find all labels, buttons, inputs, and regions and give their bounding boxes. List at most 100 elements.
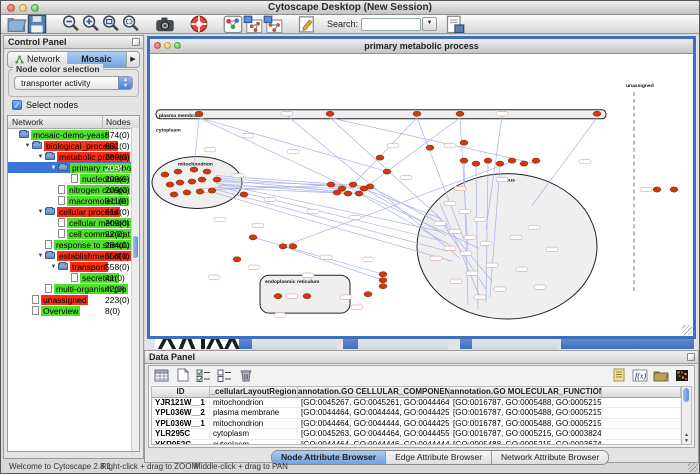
tree-row[interactable]: nucleobase-209(0)	[8, 173, 139, 184]
annotation-icon[interactable]	[297, 16, 317, 33]
formula-icon[interactable]: f(x)	[630, 367, 649, 384]
tree-row[interactable]: ▼cellular process614(0)	[8, 206, 139, 217]
network-node[interactable]	[188, 179, 196, 184]
float-panel-icon[interactable]	[687, 353, 695, 361]
network-edge[interactable]	[214, 193, 452, 262]
network-node[interactable]	[508, 158, 516, 163]
network-node[interactable]	[240, 192, 248, 197]
tree-row[interactable]: secretion41(0)	[8, 272, 139, 283]
expand-arrow[interactable]: ▼	[36, 253, 45, 259]
tree-row[interactable]: response to stimulu264(0)	[8, 239, 139, 250]
table-column-header[interactable]: annotation.GO CELLULAR_COMPONENT	[298, 387, 450, 397]
tree-row[interactable]: multi-organism pro42(0)	[8, 283, 139, 294]
table-column-header[interactable]: _cellularLayoutRegion	[210, 387, 298, 397]
table-row[interactable]: YLR295Ccytoplasm[GO:0045263, GO:0044464,…	[152, 429, 681, 439]
minimize-window-button[interactable]	[19, 4, 27, 12]
network-node[interactable]	[183, 190, 191, 195]
tree-row[interactable]: ▼biological_process651(0)	[8, 140, 139, 151]
tree-row[interactable]: macromolecule311(0)	[8, 195, 139, 206]
save-attributes-icon[interactable]	[445, 16, 465, 33]
network-node[interactable]	[327, 182, 335, 187]
network-node[interactable]	[355, 191, 363, 196]
vizmapper-icon[interactable]	[223, 16, 243, 33]
table-scroll-thumb[interactable]	[683, 388, 689, 402]
network-node[interactable]	[170, 192, 178, 197]
tree-scroll-thumb[interactable]	[133, 236, 138, 258]
help-lifesaver-icon[interactable]	[189, 16, 209, 33]
more-tabs-arrow[interactable]: ▶	[126, 52, 139, 67]
close-window-button[interactable]	[7, 4, 15, 12]
plasma-membrane-shape[interactable]	[156, 110, 606, 119]
zoom-window-button[interactable]	[31, 4, 39, 12]
search-input[interactable]	[361, 18, 421, 31]
network-node[interactable]	[208, 188, 216, 193]
network-node[interactable]	[289, 244, 297, 249]
table-scrollbar[interactable]: ▲▼	[681, 386, 692, 445]
tree-scrollbar[interactable]	[131, 128, 139, 451]
network-edge[interactable]	[216, 190, 448, 252]
tree-row[interactable]: ▼establishment of lo558(0)	[8, 250, 139, 261]
network-node[interactable]	[426, 145, 434, 150]
network-node[interactable]	[233, 257, 241, 262]
table-row[interactable]: YKR052Ccytoplasm[GO:0044464, GO:0044446,…	[152, 440, 681, 445]
network-node[interactable]	[196, 189, 204, 194]
table-row[interactable]: YPL036W__2plasma membrane[GO:0044464, GO…	[152, 408, 681, 418]
network-node[interactable]	[484, 158, 492, 163]
zoom-selected-icon[interactable]	[121, 16, 141, 33]
attribute-unchecklist-icon[interactable]	[215, 367, 234, 384]
tree-row[interactable]: cellular metabol209(0)	[8, 217, 139, 228]
layout-plugin-icon-a[interactable]	[243, 16, 263, 33]
tree-row[interactable]: mosaic-demo-yeast874(0)	[8, 129, 139, 140]
network-node[interactable]	[460, 140, 468, 145]
save-session-icon[interactable]	[27, 16, 47, 33]
tree-row[interactable]: ▼transport558(0)	[8, 261, 139, 272]
network-node[interactable]	[195, 111, 203, 116]
network-node[interactable]	[532, 158, 540, 163]
network-canvas[interactable]: plasma membrane cytoplasm mitochondrion …	[150, 54, 693, 336]
network-node[interactable]	[279, 244, 287, 249]
tree-row[interactable]: ▼primary metabo209(...	[8, 162, 139, 173]
node-color-select[interactable]: transporter activity ▲▼	[14, 76, 133, 90]
network-node[interactable]	[366, 184, 374, 189]
tree-row[interactable]: nitrogen compo209(0)	[8, 184, 139, 195]
table-column-header[interactable]: ID	[152, 387, 210, 397]
minimize-view-button[interactable]	[164, 42, 171, 49]
network-view-titlebar[interactable]: primary metabolic process	[150, 39, 693, 54]
network-node[interactable]	[383, 169, 391, 174]
network-node[interactable]	[198, 177, 206, 182]
network-node[interactable]	[379, 278, 387, 283]
matrix-heatmap-icon[interactable]	[672, 367, 691, 384]
expand-arrow[interactable]: ▼	[36, 154, 45, 160]
window-resize-grip[interactable]	[688, 462, 698, 472]
table-scroll-arrows[interactable]: ▲▼	[682, 432, 691, 444]
network-node[interactable]	[333, 190, 341, 195]
network-edge[interactable]	[353, 118, 417, 185]
attribute-table-header[interactable]: ID_cellularLayoutRegionannotation.GO CEL…	[152, 387, 681, 398]
delete-attribute-icon[interactable]	[236, 367, 255, 384]
expand-arrow[interactable]: ▼	[49, 165, 58, 171]
network-node[interactable]	[520, 161, 528, 166]
network-node[interactable]	[496, 161, 504, 166]
tree-col-nodes[interactable]: Nodes	[102, 116, 131, 128]
layout-plugin-icon-b[interactable]	[263, 16, 283, 33]
view-resize-grip[interactable]	[682, 325, 692, 335]
float-panel-icon[interactable]	[132, 38, 140, 46]
tree-col-network[interactable]: Network	[12, 116, 43, 128]
network-node[interactable]	[166, 182, 174, 187]
network-node[interactable]	[174, 169, 182, 174]
new-attribute-icon[interactable]	[173, 367, 192, 384]
select-nodes-checkbox[interactable]: ✓	[12, 100, 22, 110]
tree-row[interactable]: Overview8(0)	[8, 305, 139, 316]
close-view-button[interactable]	[154, 42, 161, 49]
network-node[interactable]	[364, 292, 372, 297]
zoom-fit-icon[interactable]	[101, 16, 121, 33]
network-node[interactable]	[274, 294, 282, 299]
network-node[interactable]	[161, 172, 169, 177]
network-node[interactable]	[379, 272, 387, 277]
network-node[interactable]	[379, 284, 387, 289]
table-row[interactable]: YJR121W__1mitochondrion[GO:0045267, GO:0…	[152, 398, 681, 408]
open-session-icon[interactable]	[7, 16, 27, 33]
table-column-header[interactable]: annotation.GO MOLECULAR_FUNCTION	[450, 387, 602, 397]
tree-row[interactable]: ▼metabolic process280(0)	[8, 151, 139, 162]
tree-header[interactable]: Network Nodes	[8, 116, 139, 129]
